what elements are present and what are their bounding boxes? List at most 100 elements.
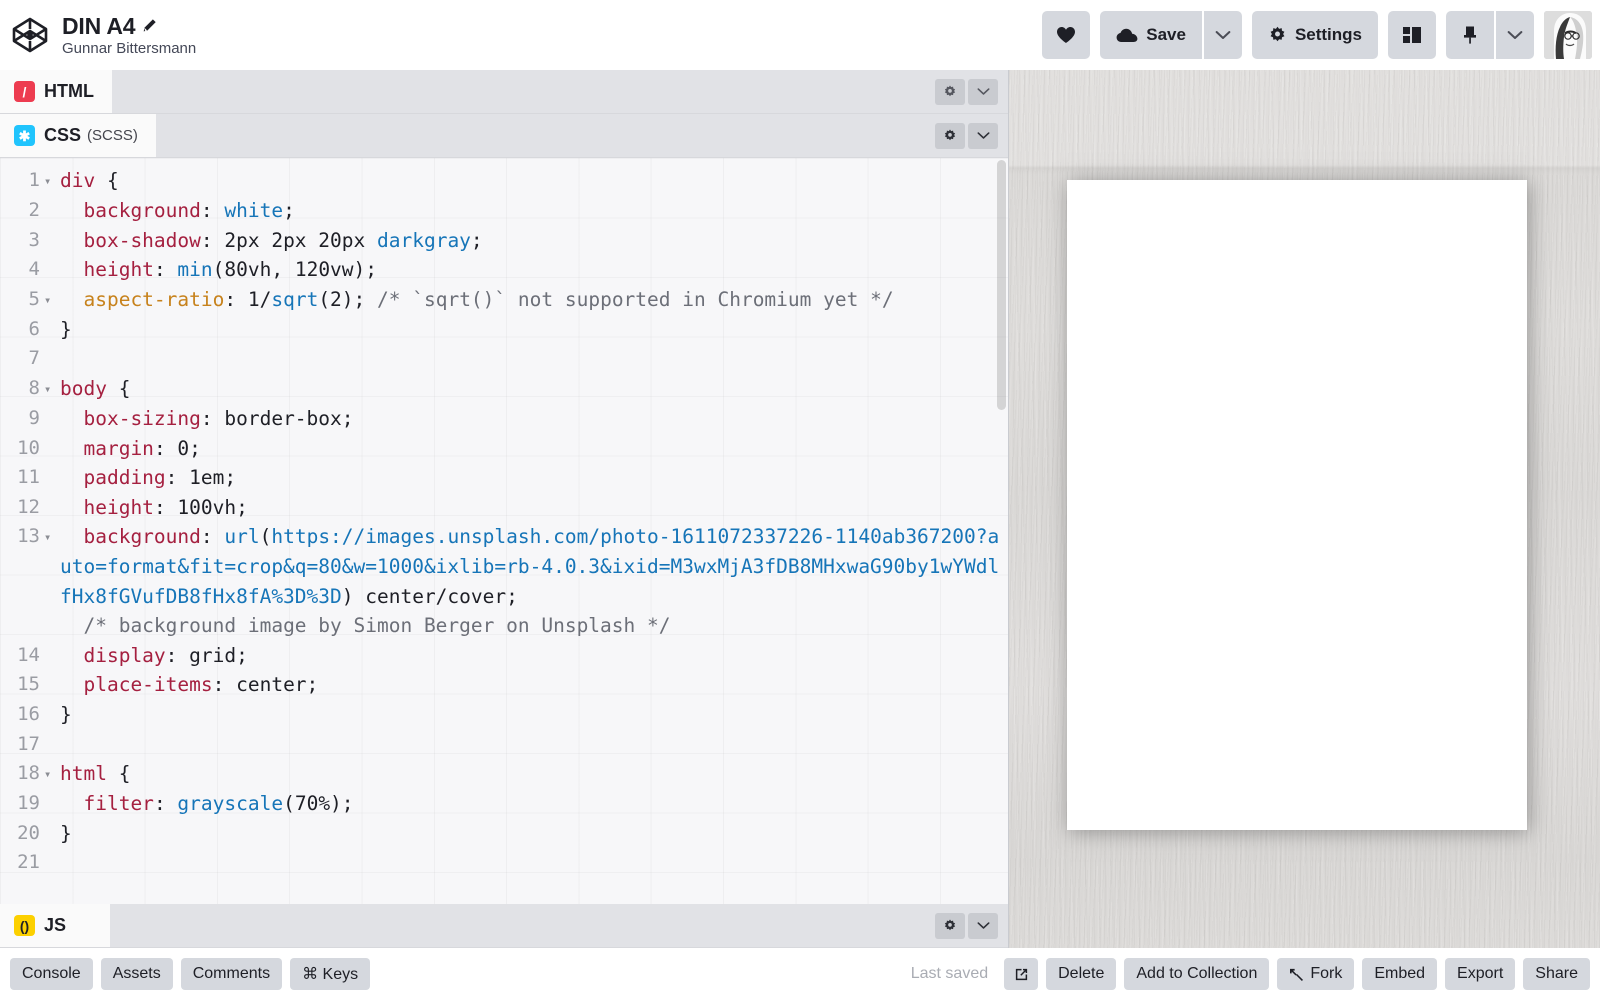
code-text: } (60, 317, 72, 341)
html-settings-button[interactable] (935, 78, 965, 105)
pen-brand: DIN A4 Gunnar Bittersmann (10, 13, 196, 58)
preview-pane[interactable] (1008, 70, 1600, 948)
line-number: 17 (17, 732, 40, 755)
fold-toggle-icon[interactable]: ▾ (44, 166, 60, 196)
css-settings-button[interactable] (935, 122, 965, 149)
layout-panels-icon (1402, 26, 1422, 44)
code-text: padding: 1em; (83, 466, 237, 490)
fold-toggle-icon[interactable]: ▾ (44, 285, 60, 315)
comments-button[interactable]: Comments (180, 958, 283, 990)
pane-header-css: ✱ CSS (SCSS) (0, 114, 1008, 158)
fork-label: Fork (1310, 965, 1343, 982)
line-number: 3 (28, 228, 40, 251)
add-to-collection-button[interactable]: Add to Collection (1124, 958, 1270, 990)
save-dropdown-button[interactable] (1203, 11, 1242, 59)
code-line: 12 height: 100vh; (0, 493, 1008, 523)
code-text: } (60, 821, 72, 845)
tab-css-label: CSS (44, 125, 82, 145)
line-number: 15 (17, 673, 40, 696)
code-text: place-items: center; (83, 673, 319, 697)
pencil-icon[interactable] (142, 18, 157, 33)
fold-toggle-icon[interactable]: ▾ (44, 522, 60, 552)
code-line: 9 box-sizing: border-box; (0, 404, 1008, 434)
code-line: 4 height: min(80vh, 120vw); (0, 255, 1008, 285)
js-collapse-button[interactable] (968, 912, 998, 939)
pin-button[interactable] (1446, 11, 1494, 59)
line-number: 19 (17, 792, 40, 815)
save-label: Save (1146, 25, 1186, 44)
codepen-logo-icon[interactable] (10, 15, 50, 55)
preview-a4-sheet (1067, 180, 1527, 830)
code-line: 1 ▾ div { (0, 166, 1008, 196)
css-collapse-button[interactable] (968, 122, 998, 149)
line-number: 2 (28, 199, 40, 221)
code-line: 11 padding: 1em; (0, 463, 1008, 493)
settings-button[interactable]: Settings (1251, 11, 1378, 59)
code-line: 21 (0, 848, 1008, 878)
tab-js-label: JS (44, 915, 67, 935)
line-number: 11 (17, 466, 40, 489)
code-text: background: url(https://images.unsplash.… (60, 525, 1000, 608)
fold-toggle-icon[interactable]: ▾ (44, 759, 60, 789)
tab-html[interactable]: / HTML (0, 70, 112, 113)
editor-scrollbar[interactable] (997, 160, 1006, 410)
love-button[interactable] (1042, 11, 1091, 59)
code-line: 13 ▾ background: url(https://images.unspl… (0, 522, 1008, 611)
pin-icon (1462, 25, 1478, 45)
code-line: 16} (0, 700, 1008, 730)
line-number: 16 (17, 702, 40, 725)
pen-meta: DIN A4 Gunnar Bittersmann (62, 13, 196, 58)
avatar[interactable] (1544, 11, 1592, 59)
tab-css-sublabel: (SCSS) (87, 127, 138, 144)
assets-button[interactable]: Assets (100, 958, 173, 990)
console-button[interactable]: Console (10, 958, 93, 990)
code-line: 20} (0, 819, 1008, 849)
css-code-editor[interactable]: 1 ▾ div {2 background: white; 3 box-shadow:… (0, 158, 1008, 904)
open-external-button[interactable] (1004, 958, 1039, 990)
code-text: box-sizing: border-box; (83, 406, 354, 430)
code-text: box-shadow: 2px 2px 20px darkgray; (83, 228, 483, 252)
tab-js[interactable]: () JS (0, 904, 110, 947)
pen-author[interactable]: Gunnar Bittersmann (62, 40, 196, 57)
html-collapse-button[interactable] (968, 78, 998, 105)
js-logo-icon: () (14, 915, 35, 936)
delete-button[interactable]: Delete (1046, 958, 1117, 990)
save-button[interactable]: Save (1100, 11, 1202, 59)
layout-button[interactable] (1388, 11, 1436, 59)
code-lines[interactable]: 1 ▾ div {2 background: white; 3 box-shadow:… (0, 158, 1008, 878)
pin-dropdown-button[interactable] (1496, 11, 1534, 59)
line-number: 21 (17, 851, 40, 874)
footer-right-buttons: Last saved Delete Add to Collection Fork… (911, 958, 1590, 990)
code-line: 15 place-items: center; (0, 670, 1008, 700)
line-number: 5 (28, 287, 40, 310)
code-line: 3 box-shadow: 2px 2px 20px darkgray; (0, 226, 1008, 256)
code-text: body { (60, 376, 131, 400)
js-settings-button[interactable] (935, 912, 965, 939)
top-toolbar: DIN A4 Gunnar Bittersmann Save Settings (0, 0, 1600, 70)
code-text: filter: grayscale(70%); (83, 792, 354, 816)
toolbar-actions: Save Settings (1042, 11, 1600, 59)
share-button[interactable]: Share (1523, 958, 1590, 990)
settings-label: Settings (1294, 25, 1362, 44)
main-area: / HTML ✱ CSS (SCSS) 1 ▾ div {2 backgrou… (0, 70, 1600, 948)
code-text: height: 100vh; (83, 495, 248, 519)
code-line: 2 background: white; (0, 196, 1008, 226)
keyboard-shortcuts-button[interactable]: ⌘ Keys (290, 958, 371, 990)
fold-toggle-icon[interactable]: ▾ (44, 374, 60, 404)
export-button[interactable]: Export (1445, 958, 1516, 990)
chevron-down-icon (1507, 30, 1523, 40)
embed-button[interactable]: Embed (1362, 958, 1438, 990)
code-text: background: white; (83, 199, 295, 222)
line-number: 8 (28, 376, 40, 399)
tab-css[interactable]: ✱ CSS (SCSS) (0, 114, 156, 157)
css-logo-icon: ✱ (14, 125, 35, 146)
fork-button[interactable]: Fork (1277, 958, 1355, 990)
line-number: 20 (17, 821, 40, 844)
codepen-editor-app: DIN A4 Gunnar Bittersmann Save Settings … (0, 0, 1600, 1000)
line-number: 9 (28, 406, 40, 429)
pane-html-actions (935, 70, 1008, 113)
html-logo-icon: / (14, 81, 35, 102)
last-saved-status: Last saved (910, 965, 989, 982)
pane-css-actions (935, 114, 1008, 157)
code-text: div { (60, 169, 119, 192)
